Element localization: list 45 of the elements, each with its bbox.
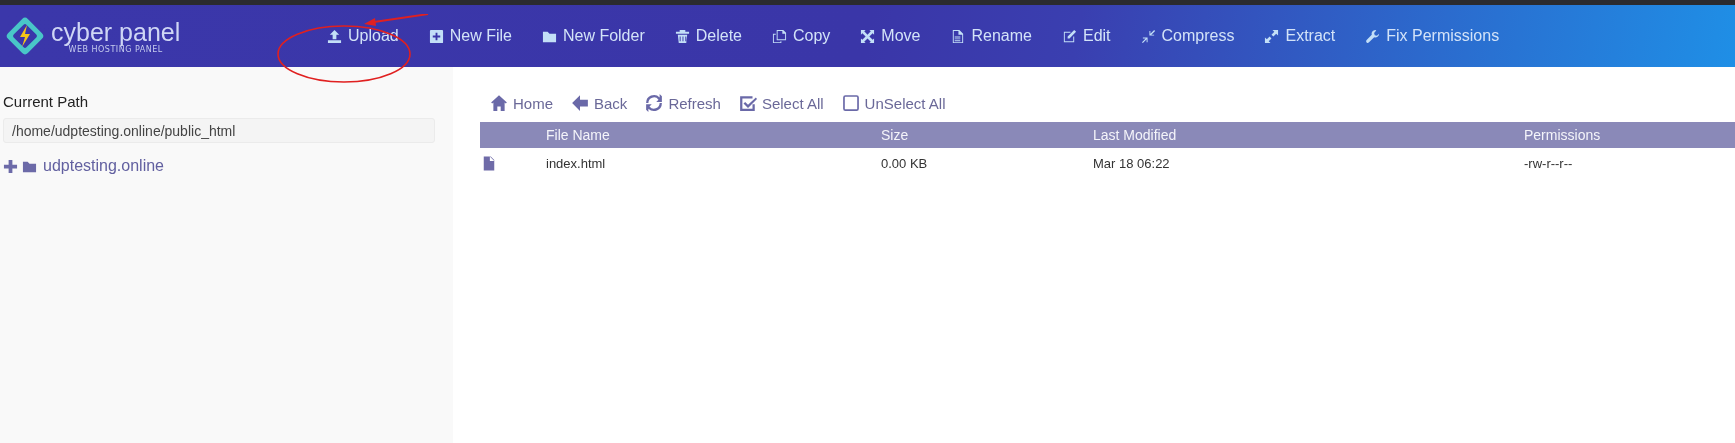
arrows-icon <box>860 28 876 44</box>
logo-tagline: WEB HOSTING PANEL <box>68 44 163 54</box>
table-cell-text: -rw-r--r-- <box>1524 155 1574 171</box>
checkbox-icon <box>738 94 757 112</box>
toolbar-button[interactable]: Rename <box>950 27 1032 45</box>
toolbar-button[interactable]: New Folder <box>541 27 645 45</box>
plus-icon[interactable] <box>3 158 18 174</box>
wrench-icon <box>1365 28 1381 44</box>
trash-icon <box>674 28 690 44</box>
copy-icon <box>772 28 787 44</box>
checkbox-icon <box>841 94 860 112</box>
current-path-label: Current Path <box>3 93 90 110</box>
column-header: Size <box>881 127 910 143</box>
toolbar-button[interactable]: Delete <box>674 27 742 45</box>
toolbar-button[interactable]: Select All <box>738 94 824 112</box>
toolbar-button[interactable]: New File <box>428 27 512 45</box>
expand-icon <box>1264 28 1280 44</box>
toolbar-button[interactable]: Home <box>490 94 553 112</box>
toolbar-button[interactable]: Refresh <box>645 94 721 112</box>
column-header: Last Modified <box>1093 127 1178 143</box>
file-icon <box>482 154 496 172</box>
column-header: File Name <box>546 127 611 143</box>
toolbar-button[interactable]: Copy <box>772 27 831 45</box>
toolbar-button[interactable]: Back <box>571 94 628 112</box>
path-field[interactable]: /home/udptesting.online/public_html <box>3 118 435 143</box>
toolbar-button[interactable]: Edit <box>1061 27 1111 45</box>
document-icon <box>950 28 966 44</box>
refresh-icon <box>645 94 664 112</box>
table-cell-text: Mar 18 06:22 <box>1093 155 1171 171</box>
logo-name: cyber panel <box>51 18 181 45</box>
back-arrow-icon <box>571 94 589 112</box>
table-cell-text: 0.00 KB <box>881 155 929 171</box>
toolbar-button[interactable]: Fix Permissions <box>1365 27 1500 45</box>
edit-icon <box>1061 28 1077 44</box>
toolbar-button[interactable]: Upload <box>327 27 399 45</box>
toolbar-button[interactable]: UnSelect All <box>841 94 946 112</box>
toolbar-button[interactable]: Move <box>860 27 921 45</box>
upload-icon <box>327 28 342 44</box>
home-icon <box>490 94 508 112</box>
toolbar-button[interactable]: Compress <box>1140 27 1235 45</box>
folder-link[interactable]: udptesting.online <box>43 157 164 175</box>
toolbar-button[interactable]: Extract <box>1264 27 1336 45</box>
table-cell-text: index.html <box>546 155 607 171</box>
column-header: Permissions <box>1524 127 1602 143</box>
compress-icon <box>1140 28 1156 44</box>
